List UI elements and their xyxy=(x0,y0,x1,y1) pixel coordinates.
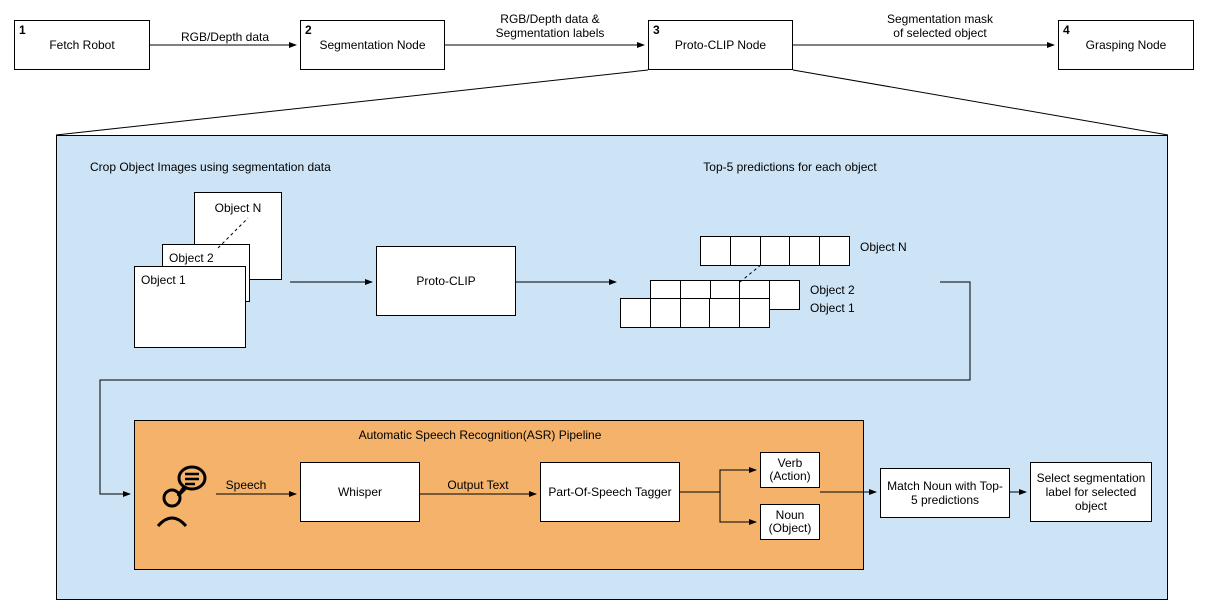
node-label: Fetch Robot xyxy=(49,38,114,52)
pos-tagger-label: Part-Of-Speech Tagger xyxy=(548,485,671,499)
object-1-card: Object 1 xyxy=(134,266,246,348)
whisper-label: Whisper xyxy=(338,485,382,499)
node-label: Segmentation Node xyxy=(319,38,425,52)
node-number: 3 xyxy=(653,23,660,37)
match-noun-box: Match Noun with Top- 5 predictions xyxy=(880,468,1010,518)
pred-label-2: Object 2 xyxy=(810,283,890,297)
node-number: 2 xyxy=(305,23,312,37)
edge-label-rgbdepth: RGB/Depth data xyxy=(150,30,300,44)
pred-row-n xyxy=(700,236,850,266)
edge-label-segmask: Segmentation mask of selected object xyxy=(850,12,1030,40)
object-label: Object N xyxy=(215,201,262,215)
protoclip-box: Proto-CLIP xyxy=(376,246,516,316)
edge-label-seglabels: RGB/Depth data & Segmentation labels xyxy=(470,12,630,40)
verb-box: Verb (Action) xyxy=(760,452,820,488)
output-text-label: Output Text xyxy=(428,478,528,492)
asr-title: Automatic Speech Recognition(ASR) Pipeli… xyxy=(280,428,680,442)
select-l3: object xyxy=(1075,499,1107,513)
noun-box: Noun (Object) xyxy=(760,504,820,540)
person-speech-icon xyxy=(150,460,210,530)
pred-row-1 xyxy=(620,298,770,328)
node-number: 1 xyxy=(19,23,26,37)
whisper-box: Whisper xyxy=(300,462,420,522)
match-l1: Match Noun with Top- xyxy=(887,479,1003,493)
select-l2: label for selected xyxy=(1046,485,1137,499)
speech-label: Speech xyxy=(216,478,276,492)
select-seg-box: Select segmentation label for selected o… xyxy=(1030,462,1152,522)
object-label: Object 2 xyxy=(169,251,214,265)
node-label: Proto-CLIP Node xyxy=(675,38,766,52)
node-label: Grasping Node xyxy=(1086,38,1167,52)
pred-label-n: Object N xyxy=(860,240,940,254)
object-label: Object 1 xyxy=(141,273,186,287)
noun-sublabel: (Object) xyxy=(769,522,812,535)
protoclip-label: Proto-CLIP xyxy=(416,274,475,288)
match-l2: 5 predictions xyxy=(911,493,979,507)
node-grasping: 4 Grasping Node xyxy=(1058,20,1194,70)
pred-label-1: Object 1 xyxy=(810,301,890,315)
node-fetch-robot: 1 Fetch Robot xyxy=(14,20,150,70)
node-segmentation: 2 Segmentation Node xyxy=(300,20,445,70)
verb-sublabel: (Action) xyxy=(769,470,810,483)
node-protoclip: 3 Proto-CLIP Node xyxy=(648,20,793,70)
node-number: 4 xyxy=(1063,23,1070,37)
crop-title: Crop Object Images using segmentation da… xyxy=(90,160,410,174)
pos-tagger-box: Part-Of-Speech Tagger xyxy=(540,462,680,522)
top5-title: Top-5 predictions for each object xyxy=(650,160,930,174)
asr-panel xyxy=(134,420,864,570)
select-l1: Select segmentation xyxy=(1037,471,1146,485)
